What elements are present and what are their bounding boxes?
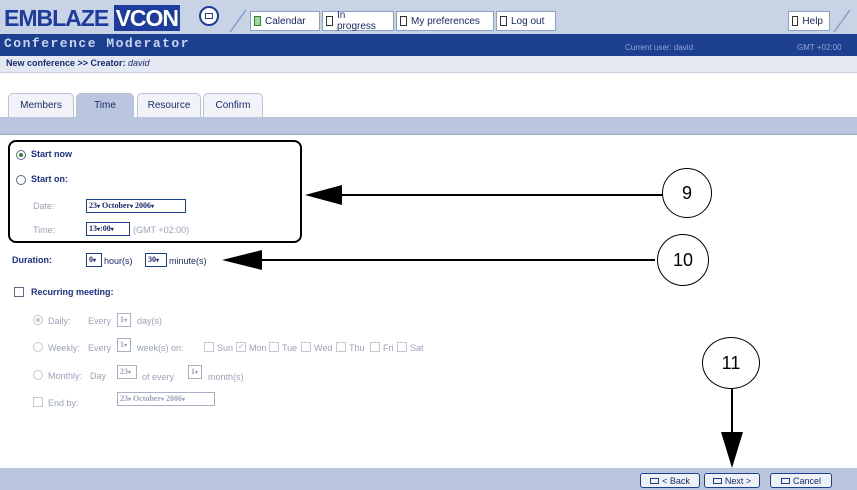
duration-hours-select[interactable]: 0▾ bbox=[86, 253, 102, 267]
minutes-unit-label: minute(s) bbox=[169, 256, 207, 266]
weekday-tue-label: Tue bbox=[282, 343, 298, 353]
weekday-sat-label: Sat bbox=[410, 343, 424, 353]
calendar-icon bbox=[254, 16, 261, 26]
breadcrumb: New conference >> Creator: david bbox=[6, 58, 150, 68]
date-select[interactable]: 23▾ October▾ 2006▾ bbox=[86, 199, 186, 213]
weekday-wed-checkbox[interactable] bbox=[301, 342, 311, 352]
weekday-thu-label: Thu bbox=[349, 343, 365, 353]
nav-log-out[interactable]: Log out bbox=[496, 11, 556, 31]
nav-help[interactable]: Help bbox=[788, 11, 830, 31]
weekly-radio[interactable] bbox=[33, 342, 43, 352]
weekday-fri-checkbox[interactable] bbox=[370, 342, 380, 352]
daily-radio[interactable] bbox=[33, 315, 43, 325]
cancel-button[interactable]: Cancel bbox=[770, 473, 832, 488]
start-on-radio[interactable] bbox=[16, 175, 26, 185]
weekday-mon-checkbox[interactable]: ✓ bbox=[236, 342, 246, 352]
weekday-fri-label: Fri bbox=[383, 343, 394, 353]
duration-minutes-select[interactable]: 30▾ bbox=[145, 253, 167, 267]
app-subtitle: Conference Moderator bbox=[4, 36, 191, 51]
tab-members[interactable]: Members bbox=[8, 93, 74, 117]
weekly-every-label: Every bbox=[88, 343, 112, 353]
start-on-label: Start on: bbox=[31, 174, 68, 184]
tab-slant-icon bbox=[229, 9, 247, 33]
back-button[interactable]: < Back bbox=[640, 473, 700, 488]
nav-in-progress[interactable]: In progress bbox=[322, 10, 394, 32]
weekday-tue-checkbox[interactable] bbox=[269, 342, 279, 352]
weekly-label: Weekly: bbox=[48, 343, 80, 353]
weekday-thu-checkbox[interactable] bbox=[336, 342, 346, 352]
in-progress-icon bbox=[326, 16, 333, 26]
tab-confirm[interactable]: Confirm bbox=[203, 93, 263, 117]
weeks-on-label: week(s) on: bbox=[137, 343, 184, 353]
weekday-mon-label: Mon bbox=[249, 343, 267, 353]
back-key-icon bbox=[650, 477, 660, 484]
monthly-day-select[interactable]: 23▾ bbox=[117, 365, 137, 379]
daily-every-label: Every bbox=[88, 316, 112, 326]
tab-resource[interactable]: Resource bbox=[137, 93, 201, 117]
weekday-sun-label: Sun bbox=[217, 343, 234, 353]
callout-9: 9 bbox=[662, 168, 712, 218]
of-every-label: of every bbox=[142, 372, 175, 382]
cancel-key-icon bbox=[780, 477, 790, 484]
vcon-logo-icon bbox=[199, 6, 219, 26]
timezone-label: GMT +02:00 bbox=[797, 43, 842, 52]
weekly-interval-select[interactable]: 1▾ bbox=[117, 338, 131, 352]
recurring-label: Recurring meeting: bbox=[31, 287, 114, 297]
time-select[interactable]: 13▾:00▾ bbox=[86, 222, 130, 236]
duration-label: Duration: bbox=[12, 255, 52, 265]
weekday-wed-label: Wed bbox=[314, 343, 333, 353]
daily-interval-select[interactable]: 1▾ bbox=[117, 313, 131, 327]
tab-strip bbox=[0, 117, 857, 134]
help-slant-icon bbox=[833, 9, 851, 33]
nav-calendar[interactable]: Calendar bbox=[250, 11, 320, 31]
tab-time[interactable]: Time bbox=[76, 93, 134, 117]
start-now-radio[interactable] bbox=[16, 150, 26, 160]
help-icon bbox=[792, 16, 799, 26]
nav-my-preferences[interactable]: My preferences bbox=[396, 11, 494, 31]
monthly-radio[interactable] bbox=[33, 370, 43, 380]
arrow-10-head bbox=[222, 250, 262, 270]
callout-arrows bbox=[222, 185, 743, 468]
preferences-icon bbox=[400, 16, 407, 26]
logout-icon bbox=[500, 16, 507, 26]
daily-label: Daily: bbox=[48, 316, 71, 326]
days-unit-label: day(s) bbox=[137, 316, 163, 326]
time-timezone: (GMT +02:00) bbox=[133, 225, 190, 235]
months-unit-label: month(s) bbox=[208, 372, 244, 382]
next-key-icon bbox=[712, 477, 722, 484]
recurring-checkbox[interactable] bbox=[14, 287, 24, 297]
arrow-11-head bbox=[721, 432, 743, 468]
time-label: Time: bbox=[33, 225, 56, 235]
date-label: Date: bbox=[33, 201, 55, 211]
end-by-date-select[interactable]: 23▾ October▾ 2006▾ bbox=[117, 392, 215, 406]
callout-10: 10 bbox=[657, 234, 709, 286]
weekday-sat-checkbox[interactable] bbox=[397, 342, 407, 352]
divider bbox=[0, 134, 857, 135]
monthly-day-label: Day bbox=[90, 371, 107, 381]
arrow-9-head bbox=[305, 185, 342, 205]
end-by-label: End by: bbox=[48, 398, 79, 408]
weekday-sun-checkbox[interactable] bbox=[204, 342, 214, 352]
emblaze-vcon-logo: EMBLAZE VCON bbox=[4, 5, 181, 31]
start-now-label: Start now bbox=[31, 149, 73, 159]
end-by-checkbox[interactable] bbox=[33, 397, 43, 407]
hours-unit-label: hour(s) bbox=[104, 256, 133, 266]
callout-11: 11 bbox=[702, 337, 760, 389]
monthly-interval-select[interactable]: 1▾ bbox=[188, 365, 202, 379]
next-button[interactable]: Next > bbox=[704, 473, 760, 488]
current-user: Current user: david bbox=[625, 43, 694, 52]
monthly-label: Monthly: bbox=[48, 371, 83, 381]
